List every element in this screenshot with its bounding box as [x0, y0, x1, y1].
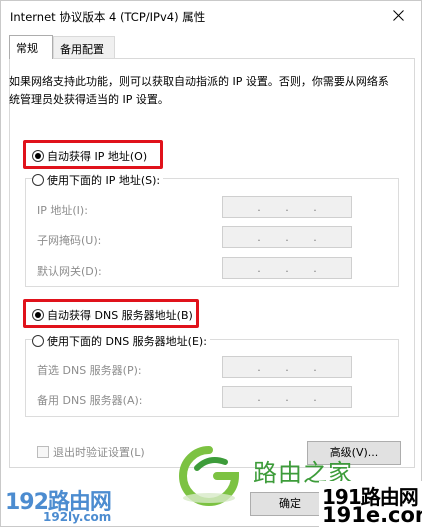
- tcpip-properties-dialog: Internet 协议版本 4 (TCP/IPv4) 属性 常规 备用配置 如果…: [0, 0, 422, 527]
- close-icon: [393, 10, 404, 21]
- tab-alternate-config[interactable]: 备用配置: [53, 36, 115, 58]
- radio-manual-dns-label: 使用下面的 DNS 服务器地址(E):: [47, 335, 207, 348]
- window-title: Internet 协议版本 4 (TCP/IPv4) 属性: [10, 10, 206, 24]
- alternate-dns-input[interactable]: ...: [222, 386, 352, 408]
- ip-address-label: IP 地址(I):: [37, 204, 88, 217]
- watermark-191-domain: 191e.com: [322, 503, 422, 527]
- radio-auto-ip[interactable]: 自动获得 IP 地址(O): [32, 148, 147, 164]
- radio-auto-dns-indicator: [32, 309, 44, 321]
- tab-general[interactable]: 常规: [9, 35, 53, 59]
- radio-manual-ip-label: 使用下面的 IP 地址(S):: [47, 174, 161, 187]
- tab-general-label: 常规: [16, 42, 38, 55]
- radio-auto-dns-label: 自动获得 DNS 服务器地址(B): [47, 309, 193, 322]
- radio-manual-dns[interactable]: 使用下面的 DNS 服务器地址(E):: [32, 333, 210, 349]
- default-gateway-label: 默认网关(D):: [37, 265, 102, 278]
- preferred-dns-input[interactable]: ...: [222, 356, 352, 378]
- ip-address-input[interactable]: ...: [222, 196, 352, 218]
- tab-alternate-config-label: 备用配置: [60, 43, 104, 56]
- watermark-192-domain: 192ly.com: [43, 510, 112, 524]
- validate-on-exit-box: [37, 446, 49, 458]
- close-button[interactable]: [379, 1, 419, 31]
- radio-auto-ip-label: 自动获得 IP 地址(O): [47, 150, 148, 163]
- validate-on-exit-label: 退出时验证设置(L): [53, 446, 145, 459]
- radio-manual-ip-indicator: [32, 174, 44, 186]
- subnet-mask-input[interactable]: ...: [222, 226, 352, 248]
- default-gateway-input[interactable]: ...: [222, 257, 352, 279]
- validate-on-exit-checkbox[interactable]: 退出时验证设置(L): [37, 444, 145, 460]
- radio-auto-dns[interactable]: 自动获得 DNS 服务器地址(B): [32, 307, 193, 323]
- ok-button[interactable]: 确定: [250, 492, 330, 516]
- preferred-dns-label: 首选 DNS 服务器(P):: [37, 364, 142, 377]
- subnet-mask-label: 子网掩码(U):: [37, 234, 102, 247]
- radio-manual-ip[interactable]: 使用下面的 IP 地址(S):: [32, 172, 164, 188]
- title-bar: Internet 协议版本 4 (TCP/IPv4) 属性: [1, 1, 421, 31]
- router-home-logo: [179, 446, 249, 509]
- radio-manual-dns-indicator: [32, 335, 44, 347]
- watermark-191-badge: 191路由网 191e.com: [319, 481, 422, 527]
- radio-auto-ip-indicator: [32, 150, 44, 162]
- alternate-dns-label: 备用 DNS 服务器(A):: [37, 394, 143, 407]
- description-text: 如果网络支持此功能，则可以获取自动指派的 IP 设置。否则，你需要从网络系统管理…: [9, 75, 389, 106]
